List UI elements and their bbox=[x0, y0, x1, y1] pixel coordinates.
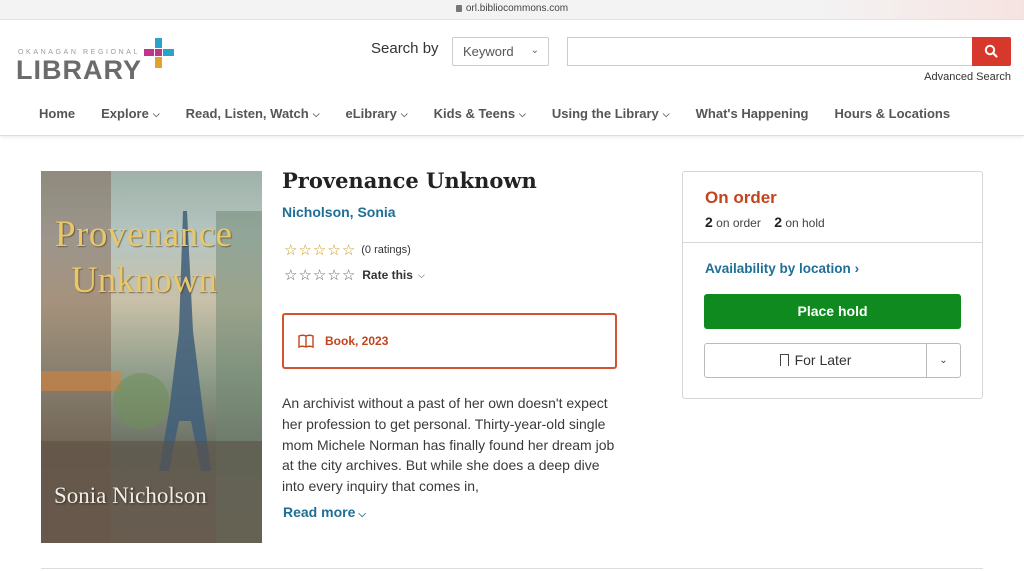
chevron-down-icon: ⌵ bbox=[662, 109, 670, 119]
chevron-down-icon: ⌵ bbox=[358, 509, 366, 520]
site-header: OKANAGAN REGIONAL LIBRARY Search by Keyw… bbox=[0, 20, 1024, 136]
nav-item-hours-locations[interactable]: Hours & Locations bbox=[835, 106, 951, 121]
book-author-link[interactable]: Nicholson, Sonia bbox=[282, 204, 396, 220]
book-icon bbox=[298, 334, 314, 348]
availability-counts: 2 on order 2 on hold bbox=[705, 214, 825, 230]
nav-item-kids-teens[interactable]: Kids & Teens ⌵ bbox=[434, 106, 526, 121]
book-cover[interactable]: Provenance Unknown Sonia Nicholson bbox=[41, 171, 262, 543]
chevron-down-icon: ⌄ bbox=[530, 45, 539, 56]
format-label: Book, 2023 bbox=[325, 334, 389, 348]
availability-by-location-link[interactable]: Availability by location › bbox=[705, 261, 859, 276]
search-icon bbox=[984, 44, 998, 58]
star-outline-icon: ☆ bbox=[327, 242, 341, 259]
chevron-down-icon[interactable]: ⌵ bbox=[418, 270, 425, 281]
logo-plus-icon bbox=[144, 38, 174, 68]
book-title: Provenance Unknown bbox=[282, 168, 537, 193]
search-by-label: Search by bbox=[371, 40, 439, 57]
chevron-down-icon: ⌵ bbox=[519, 109, 526, 119]
availability-panel: On order 2 on order 2 on hold Availabili… bbox=[682, 171, 983, 399]
ratings-count: (0 ratings) bbox=[361, 244, 411, 256]
shelf-options-dropdown[interactable]: ⌄ bbox=[926, 343, 961, 378]
chevron-down-icon: ⌵ bbox=[312, 109, 320, 119]
read-more-link[interactable]: Read more ⌵ bbox=[283, 504, 366, 520]
star-outline-icon: ☆ bbox=[341, 242, 356, 259]
nav-item-home[interactable]: Home bbox=[39, 106, 75, 121]
url-text: orl.bibliocommons.com bbox=[465, 3, 569, 14]
for-later-button[interactable]: For Later bbox=[704, 343, 927, 378]
divider bbox=[683, 242, 982, 243]
book-description: An archivist without a past of her own d… bbox=[282, 395, 615, 495]
chevron-down-icon: ⌵ bbox=[152, 109, 160, 119]
rate-this-label[interactable]: Rate this bbox=[362, 268, 413, 282]
search-type-value: Keyword bbox=[463, 44, 514, 59]
main-nav: Home Explore ⌵ Read, Listen, Watch ⌵ eLibr… bbox=[39, 106, 976, 121]
star-outline-icon: ☆ bbox=[284, 242, 298, 259]
browser-url-bar[interactable]: orl.bibliocommons.com bbox=[0, 0, 1024, 20]
nav-item-read-listen-watch[interactable]: Read, Listen, Watch ⌵ bbox=[186, 106, 320, 121]
star-outline-icon[interactable]: ☆ bbox=[342, 266, 355, 284]
chevron-right-icon: › bbox=[854, 261, 860, 276]
star-outline-icon[interactable]: ☆ bbox=[327, 266, 340, 284]
library-logo[interactable]: OKANAGAN REGIONAL LIBRARY bbox=[16, 30, 176, 85]
rate-this-control[interactable]: ☆ ☆ ☆ ☆ ☆ Rate this ⌵ bbox=[284, 266, 425, 284]
chevron-down-icon: ⌄ bbox=[939, 355, 948, 366]
cover-author: Sonia Nicholson bbox=[54, 483, 207, 508]
nav-item-elibrary[interactable]: eLibrary ⌵ bbox=[346, 106, 408, 121]
chevron-down-icon: ⌵ bbox=[400, 109, 408, 119]
search-input[interactable] bbox=[567, 37, 973, 66]
star-outline-icon: ☆ bbox=[312, 242, 327, 259]
average-rating: ☆ ☆ ☆ ☆ ☆ (0 ratings) bbox=[284, 241, 411, 259]
cover-title-line1: Provenance bbox=[55, 214, 233, 255]
place-hold-button[interactable]: Place hold bbox=[704, 294, 961, 329]
divider bbox=[41, 568, 983, 569]
bookmark-icon bbox=[779, 354, 789, 366]
nav-item-using-library[interactable]: Using the Library ⌵ bbox=[552, 106, 670, 121]
search-button[interactable] bbox=[972, 37, 1011, 66]
star-outline-icon[interactable]: ☆ bbox=[313, 266, 326, 284]
search-type-select[interactable]: Keyword ⌄ bbox=[452, 37, 549, 66]
nav-item-explore[interactable]: Explore ⌵ bbox=[101, 106, 160, 121]
lock-icon bbox=[455, 5, 462, 12]
star-outline-icon[interactable]: ☆ bbox=[298, 266, 311, 284]
logo-title: LIBRARY bbox=[16, 55, 142, 85]
availability-status: On order bbox=[705, 188, 777, 207]
format-selector[interactable]: Book, 2023 bbox=[282, 313, 617, 369]
nav-item-whats-happening[interactable]: What's Happening bbox=[696, 106, 809, 121]
star-outline-icon: ☆ bbox=[298, 242, 312, 259]
star-outline-icon[interactable]: ☆ bbox=[284, 266, 297, 284]
advanced-search-link[interactable]: Advanced Search bbox=[924, 71, 1011, 83]
cover-title-line2: Unknown bbox=[71, 260, 217, 301]
